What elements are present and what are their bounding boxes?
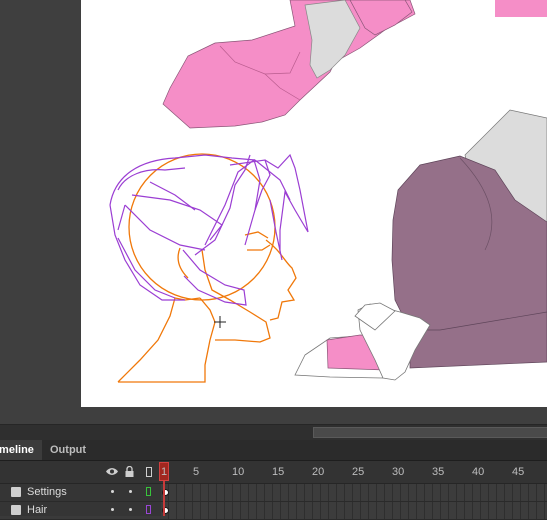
ruler-number: 25 [352, 466, 365, 478]
lock-dot[interactable] [129, 490, 132, 493]
eye-icon[interactable] [106, 467, 118, 479]
layer-icon [11, 487, 21, 497]
pink-boot-top[interactable] [162, 0, 416, 129]
crosshair-cursor [214, 316, 226, 328]
visibility-dot[interactable] [111, 490, 114, 493]
ruler-number: 40 [472, 466, 485, 478]
ruler-number: 45 [512, 466, 525, 478]
timeline-panel: 1 5 10 15 20 25 30 35 40 45 Settings Hai… [0, 461, 547, 520]
ruler-number: 1 [161, 466, 168, 478]
layer-row-settings[interactable]: Settings [0, 484, 547, 502]
visibility-dot[interactable] [111, 508, 114, 511]
shoe[interactable] [294, 302, 431, 381]
outline-color-box[interactable] [146, 487, 151, 496]
ruler-number: 5 [193, 466, 200, 478]
horizontal-scrollbar[interactable] [0, 424, 547, 441]
outline-icon[interactable] [146, 467, 152, 480]
ruler-number: 30 [392, 466, 405, 478]
lock-dot[interactable] [129, 508, 132, 511]
ruler-number: 20 [312, 466, 325, 478]
frame-ruler[interactable]: 1 5 10 15 20 25 30 35 40 45 [0, 461, 547, 484]
lock-icon[interactable] [125, 465, 134, 480]
ruler-number: 10 [232, 466, 245, 478]
ruler-number: 15 [272, 466, 285, 478]
frame-strip[interactable] [161, 502, 547, 519]
tab-timeline[interactable]: imeline [0, 440, 42, 460]
stage-area [0, 0, 547, 424]
pink-block[interactable] [495, 0, 547, 17]
layer-name: Settings [27, 486, 67, 498]
layer-icon [11, 505, 21, 515]
tab-output[interactable]: Output [44, 440, 94, 460]
frame-strip[interactable] [161, 484, 547, 501]
scrollbar-thumb[interactable] [313, 427, 547, 438]
playhead-line [163, 481, 165, 516]
layer-name: Hair [27, 504, 48, 516]
outline-color-box[interactable] [146, 505, 151, 514]
layer-row-hair[interactable]: Hair [0, 502, 547, 520]
drawing-canvas[interactable] [81, 0, 547, 407]
character-outline[interactable] [117, 153, 297, 383]
panel-tab-bar: imeline Output [0, 440, 547, 461]
ruler-number: 35 [432, 466, 445, 478]
artwork[interactable] [81, 0, 547, 407]
